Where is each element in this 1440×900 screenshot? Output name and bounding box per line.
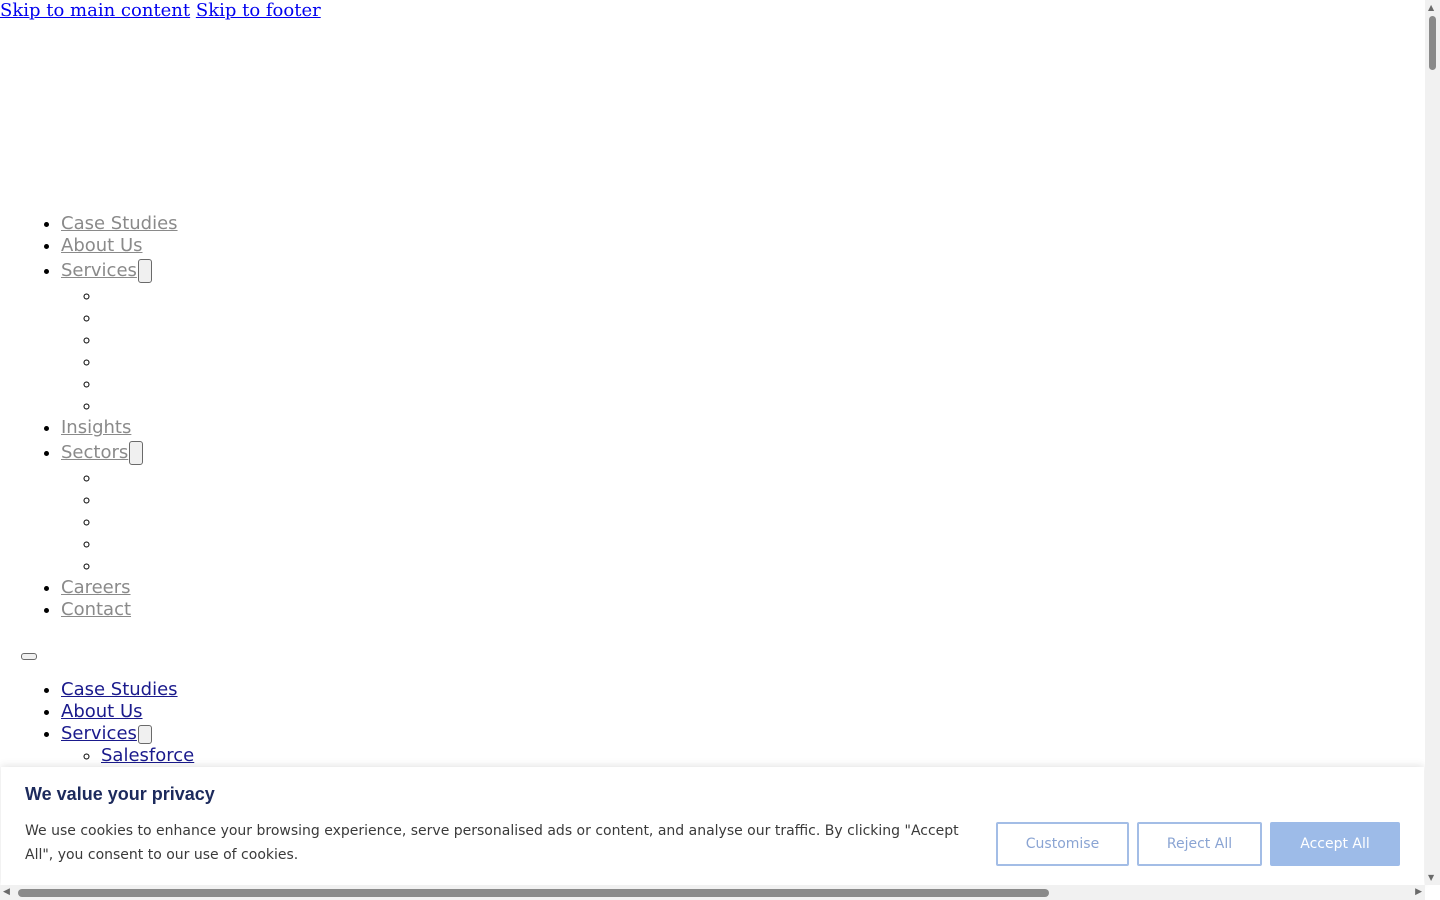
- sectors-submenu: [61, 467, 1400, 577]
- cookie-banner-text: We use cookies to enhance your browsing …: [25, 823, 959, 863]
- nav-item-sectors: Sectors: [61, 439, 1400, 577]
- sectors-submenu-toggle-button[interactable]: [129, 441, 144, 465]
- services-submenu-toggle-button[interactable]: [137, 259, 152, 283]
- submenu-item: [101, 351, 1400, 373]
- mobile-nav-item-case-studies: Case Studies: [61, 679, 1400, 701]
- submenu-item: [101, 285, 1400, 307]
- mobile-nav-item-about-us: About Us: [61, 701, 1400, 723]
- mobile-submenu-item-salesforce: Salesforce: [101, 745, 1400, 767]
- accept-all-button[interactable]: Accept All: [1270, 822, 1400, 866]
- skip-to-main-link[interactable]: Skip to main content: [0, 0, 190, 21]
- cookie-consent-banner: We value your privacy We use cookies to …: [1, 767, 1424, 885]
- nav-item-about-us: About Us: [61, 235, 1400, 257]
- vertical-scroll-thumb[interactable]: [1429, 16, 1436, 70]
- nav-item-case-studies: Case Studies: [61, 213, 1400, 235]
- cookie-banner-title: We value your privacy: [25, 784, 215, 804]
- skip-to-footer-link[interactable]: Skip to footer: [196, 0, 321, 21]
- submenu-item: [101, 329, 1400, 351]
- mobile-nav-link-about-us[interactable]: About Us: [61, 701, 143, 722]
- submenu-item: [101, 307, 1400, 329]
- scroll-left-arrow-icon[interactable]: ◀: [3, 887, 10, 897]
- nav-item-services: Services: [61, 257, 1400, 417]
- nav-item-careers: Careers: [61, 577, 1400, 599]
- nav-link-about-us[interactable]: About Us: [61, 235, 143, 256]
- nav-link-careers[interactable]: Careers: [61, 577, 131, 598]
- nav-link-services[interactable]: Services: [61, 260, 137, 281]
- nav-link-contact[interactable]: Contact: [61, 599, 131, 620]
- submenu-item: [101, 467, 1400, 489]
- primary-nav: Case Studies About Us Services Insights …: [0, 213, 1400, 621]
- scroll-right-arrow-icon[interactable]: ▶: [1415, 887, 1422, 897]
- submenu-item: [101, 555, 1400, 577]
- vertical-scrollbar[interactable]: ▲ ▼: [1425, 0, 1440, 885]
- horizontal-scrollbar[interactable]: ◀ ▶: [0, 885, 1425, 900]
- mobile-menu-toggle-button[interactable]: [21, 653, 37, 660]
- mobile-nav-link-case-studies[interactable]: Case Studies: [61, 679, 178, 700]
- submenu-item: [101, 395, 1400, 417]
- submenu-item: [101, 533, 1400, 555]
- submenu-item: [101, 373, 1400, 395]
- nav-item-contact: Contact: [61, 599, 1400, 621]
- services-submenu: [61, 285, 1400, 417]
- submenu-item: [101, 489, 1400, 511]
- nav-link-case-studies[interactable]: Case Studies: [61, 213, 178, 234]
- horizontal-scroll-thumb[interactable]: [18, 889, 1049, 897]
- mobile-nav-link-services[interactable]: Services: [61, 723, 137, 744]
- scroll-down-arrow-icon[interactable]: ▼: [1428, 873, 1434, 882]
- mobile-services-submenu-toggle-button[interactable]: [137, 724, 152, 744]
- nav-link-insights[interactable]: Insights: [61, 417, 131, 438]
- reject-all-button[interactable]: Reject All: [1137, 822, 1262, 866]
- customise-button[interactable]: Customise: [996, 822, 1129, 866]
- mobile-services-submenu: Salesforce: [61, 745, 1400, 767]
- mobile-submenu-link-salesforce[interactable]: Salesforce: [101, 745, 194, 766]
- mobile-nav: Case Studies About Us Services Salesforc…: [0, 679, 1400, 767]
- submenu-item: [101, 511, 1400, 533]
- skip-links: Skip to main content Skip to footer: [0, 0, 321, 22]
- scroll-up-arrow-icon[interactable]: ▲: [1428, 3, 1434, 12]
- nav-link-sectors[interactable]: Sectors: [61, 442, 128, 463]
- nav-item-insights: Insights: [61, 417, 1400, 439]
- mobile-nav-item-services: Services Salesforce: [61, 723, 1400, 767]
